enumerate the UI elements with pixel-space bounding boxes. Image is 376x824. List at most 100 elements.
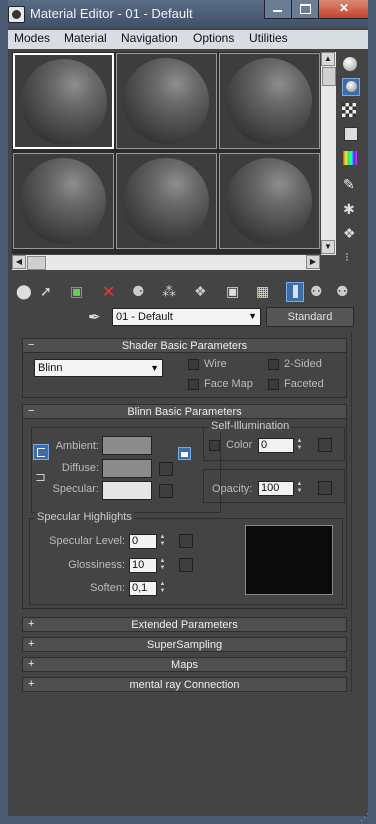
diffuse-color-swatch[interactable] — [102, 459, 152, 478]
maximize-button[interactable] — [291, 0, 319, 19]
close-icon: ✕ — [338, 1, 350, 15]
self-illumination-color-label: Color — [226, 439, 253, 451]
specular-level-input[interactable]: 0 — [129, 534, 157, 549]
material-name-dropdown[interactable]: 01 - Default ▼ — [112, 308, 261, 326]
resize-grip-icon[interactable]: ⋰ — [360, 812, 374, 822]
self-illumination-map-button[interactable] — [318, 438, 332, 452]
close-button[interactable]: ✕ — [318, 0, 370, 19]
lock-map-icon[interactable] — [178, 447, 191, 460]
slots-vertical-scrollbar[interactable]: ▲ ▼ — [321, 52, 336, 255]
rollout-maps[interactable]: + Maps — [22, 657, 347, 672]
menu-utilities[interactable]: Utilities — [249, 31, 288, 45]
spinner-arrows-icon[interactable]: ▲ ▼ — [295, 438, 304, 453]
specular-label: Specular: — [52, 483, 99, 495]
show-map-in-viewport-icon[interactable]: ▦ — [256, 283, 276, 303]
rollout-blinn-basic[interactable]: − Blinn Basic Parameters — [22, 404, 347, 419]
lock-ambient-diffuse-icon[interactable] — [33, 444, 49, 460]
sample-slot[interactable] — [13, 53, 114, 149]
face-map-checkbox[interactable] — [188, 379, 199, 390]
title-bar[interactable]: Material Editor - 01 - Default ✕ — [0, 0, 376, 28]
get-material-icon[interactable]: ⬤ — [16, 283, 36, 303]
menu-material[interactable]: Material — [64, 31, 107, 45]
options-icon[interactable]: ✱ — [343, 201, 361, 219]
rollout-title: Maps — [171, 659, 198, 671]
select-by-material-icon[interactable]: ❖ — [343, 225, 361, 243]
make-preview-icon[interactable]: ✎ — [343, 176, 361, 194]
rollout-extended-parameters[interactable]: + Extended Parameters — [22, 617, 347, 632]
rollout-shader-basic[interactable]: − Shader Basic Parameters — [22, 338, 347, 353]
spinner-arrows-icon[interactable]: ▲ ▼ — [158, 558, 167, 573]
backlight-icon[interactable] — [342, 78, 360, 96]
shader-basic-panel: Blinn ▼ Wire 2-Sided Face Map Faceted — [22, 353, 347, 398]
scroll-left-icon[interactable]: ◀ — [12, 255, 26, 269]
material-sphere — [123, 158, 209, 244]
two-sided-label: 2-Sided — [284, 358, 322, 370]
minimize-button[interactable] — [264, 0, 292, 19]
sample-slot[interactable] — [219, 153, 320, 249]
sample-slot[interactable] — [13, 153, 114, 249]
make-unique-icon[interactable]: ⁂ — [162, 283, 182, 303]
reset-map-icon[interactable]: ✕ — [102, 282, 122, 302]
specular-map-button[interactable] — [159, 484, 173, 498]
material-name-value: 01 - Default — [116, 311, 173, 323]
glossiness-map-button[interactable] — [179, 558, 193, 572]
scroll-thumb[interactable] — [27, 256, 46, 270]
material-id-channel-icon[interactable]: ▣ — [226, 283, 246, 303]
self-illumination-color-checkbox[interactable] — [209, 440, 220, 451]
spinner-arrows-icon[interactable]: ▲ ▼ — [158, 534, 167, 549]
material-map-navigator-icon[interactable]: ⁝ — [345, 250, 363, 268]
material-type-button[interactable]: Standard — [266, 307, 354, 327]
shader-type-dropdown[interactable]: Blinn ▼ — [34, 359, 163, 377]
specular-color-swatch[interactable] — [102, 481, 152, 500]
two-sided-checkbox[interactable] — [268, 359, 279, 370]
put-to-scene-icon[interactable]: ➚ — [40, 283, 60, 303]
opacity-map-button[interactable] — [318, 481, 332, 495]
self-illumination-value-input[interactable]: 0 — [258, 438, 294, 453]
diffuse-map-button[interactable] — [159, 462, 173, 476]
soften-input[interactable]: 0,1 — [129, 581, 157, 596]
glossiness-input[interactable]: 10 — [129, 558, 157, 573]
scroll-down-icon[interactable]: ▼ — [321, 240, 335, 254]
sample-type-icon[interactable] — [342, 55, 360, 73]
sample-slot[interactable] — [116, 153, 217, 249]
app-icon[interactable] — [8, 6, 25, 23]
menu-modes[interactable]: Modes — [14, 31, 50, 45]
chevron-down-icon: ▼ — [150, 363, 159, 373]
menu-options[interactable]: Options — [193, 31, 234, 45]
slots-horizontal-scrollbar[interactable]: ◀ ▶ — [12, 255, 320, 270]
spinner-arrows-icon[interactable]: ▲ ▼ — [295, 481, 304, 496]
sample-uv-tiling-icon[interactable] — [344, 127, 358, 141]
rollout-supersampling[interactable]: + SuperSampling — [22, 637, 347, 652]
put-to-library-icon[interactable]: ❖ — [194, 283, 214, 303]
pick-material-eyedropper-icon[interactable]: ✒ — [88, 308, 101, 326]
rollout-mental-ray-connection[interactable]: + mental ray Connection — [22, 677, 347, 692]
opacity-label: Opacity: — [212, 483, 253, 495]
menu-navigation[interactable]: Navigation — [121, 31, 178, 45]
wire-checkbox[interactable] — [188, 359, 199, 370]
background-icon[interactable] — [342, 103, 356, 117]
spinner-arrows-icon[interactable]: ▲ ▼ — [158, 581, 167, 596]
panel-scroll-track[interactable] — [351, 332, 358, 692]
ambient-color-swatch[interactable] — [102, 436, 152, 455]
ambient-label: Ambient: — [55, 440, 99, 452]
material-sphere — [226, 58, 312, 144]
material-sphere — [123, 58, 209, 144]
minimize-icon — [273, 10, 282, 12]
opacity-value-input[interactable]: 100 — [258, 481, 294, 496]
sample-slot[interactable] — [116, 53, 217, 149]
show-end-result-icon[interactable] — [286, 282, 304, 302]
copy-material-icon[interactable]: ⚈ — [132, 283, 152, 303]
go-to-parent-icon[interactable]: ⚉ — [310, 283, 330, 303]
specular-level-map-button[interactable] — [179, 534, 193, 548]
assign-to-selection-icon[interactable]: ▣ — [70, 283, 90, 303]
faceted-checkbox[interactable] — [268, 379, 279, 390]
specular-highlights-title: Specular Highlights — [35, 511, 134, 523]
sample-slots-area — [12, 52, 320, 254]
go-forward-to-sibling-icon[interactable]: ⚉ — [336, 283, 356, 303]
sample-slot[interactable] — [219, 53, 320, 149]
link-icon[interactable]: ⊐ — [35, 469, 46, 485]
scroll-up-icon[interactable]: ▲ — [321, 52, 335, 66]
scroll-right-icon[interactable]: ▶ — [306, 255, 320, 269]
video-color-check-icon[interactable] — [343, 151, 357, 165]
scroll-thumb[interactable] — [322, 67, 336, 86]
